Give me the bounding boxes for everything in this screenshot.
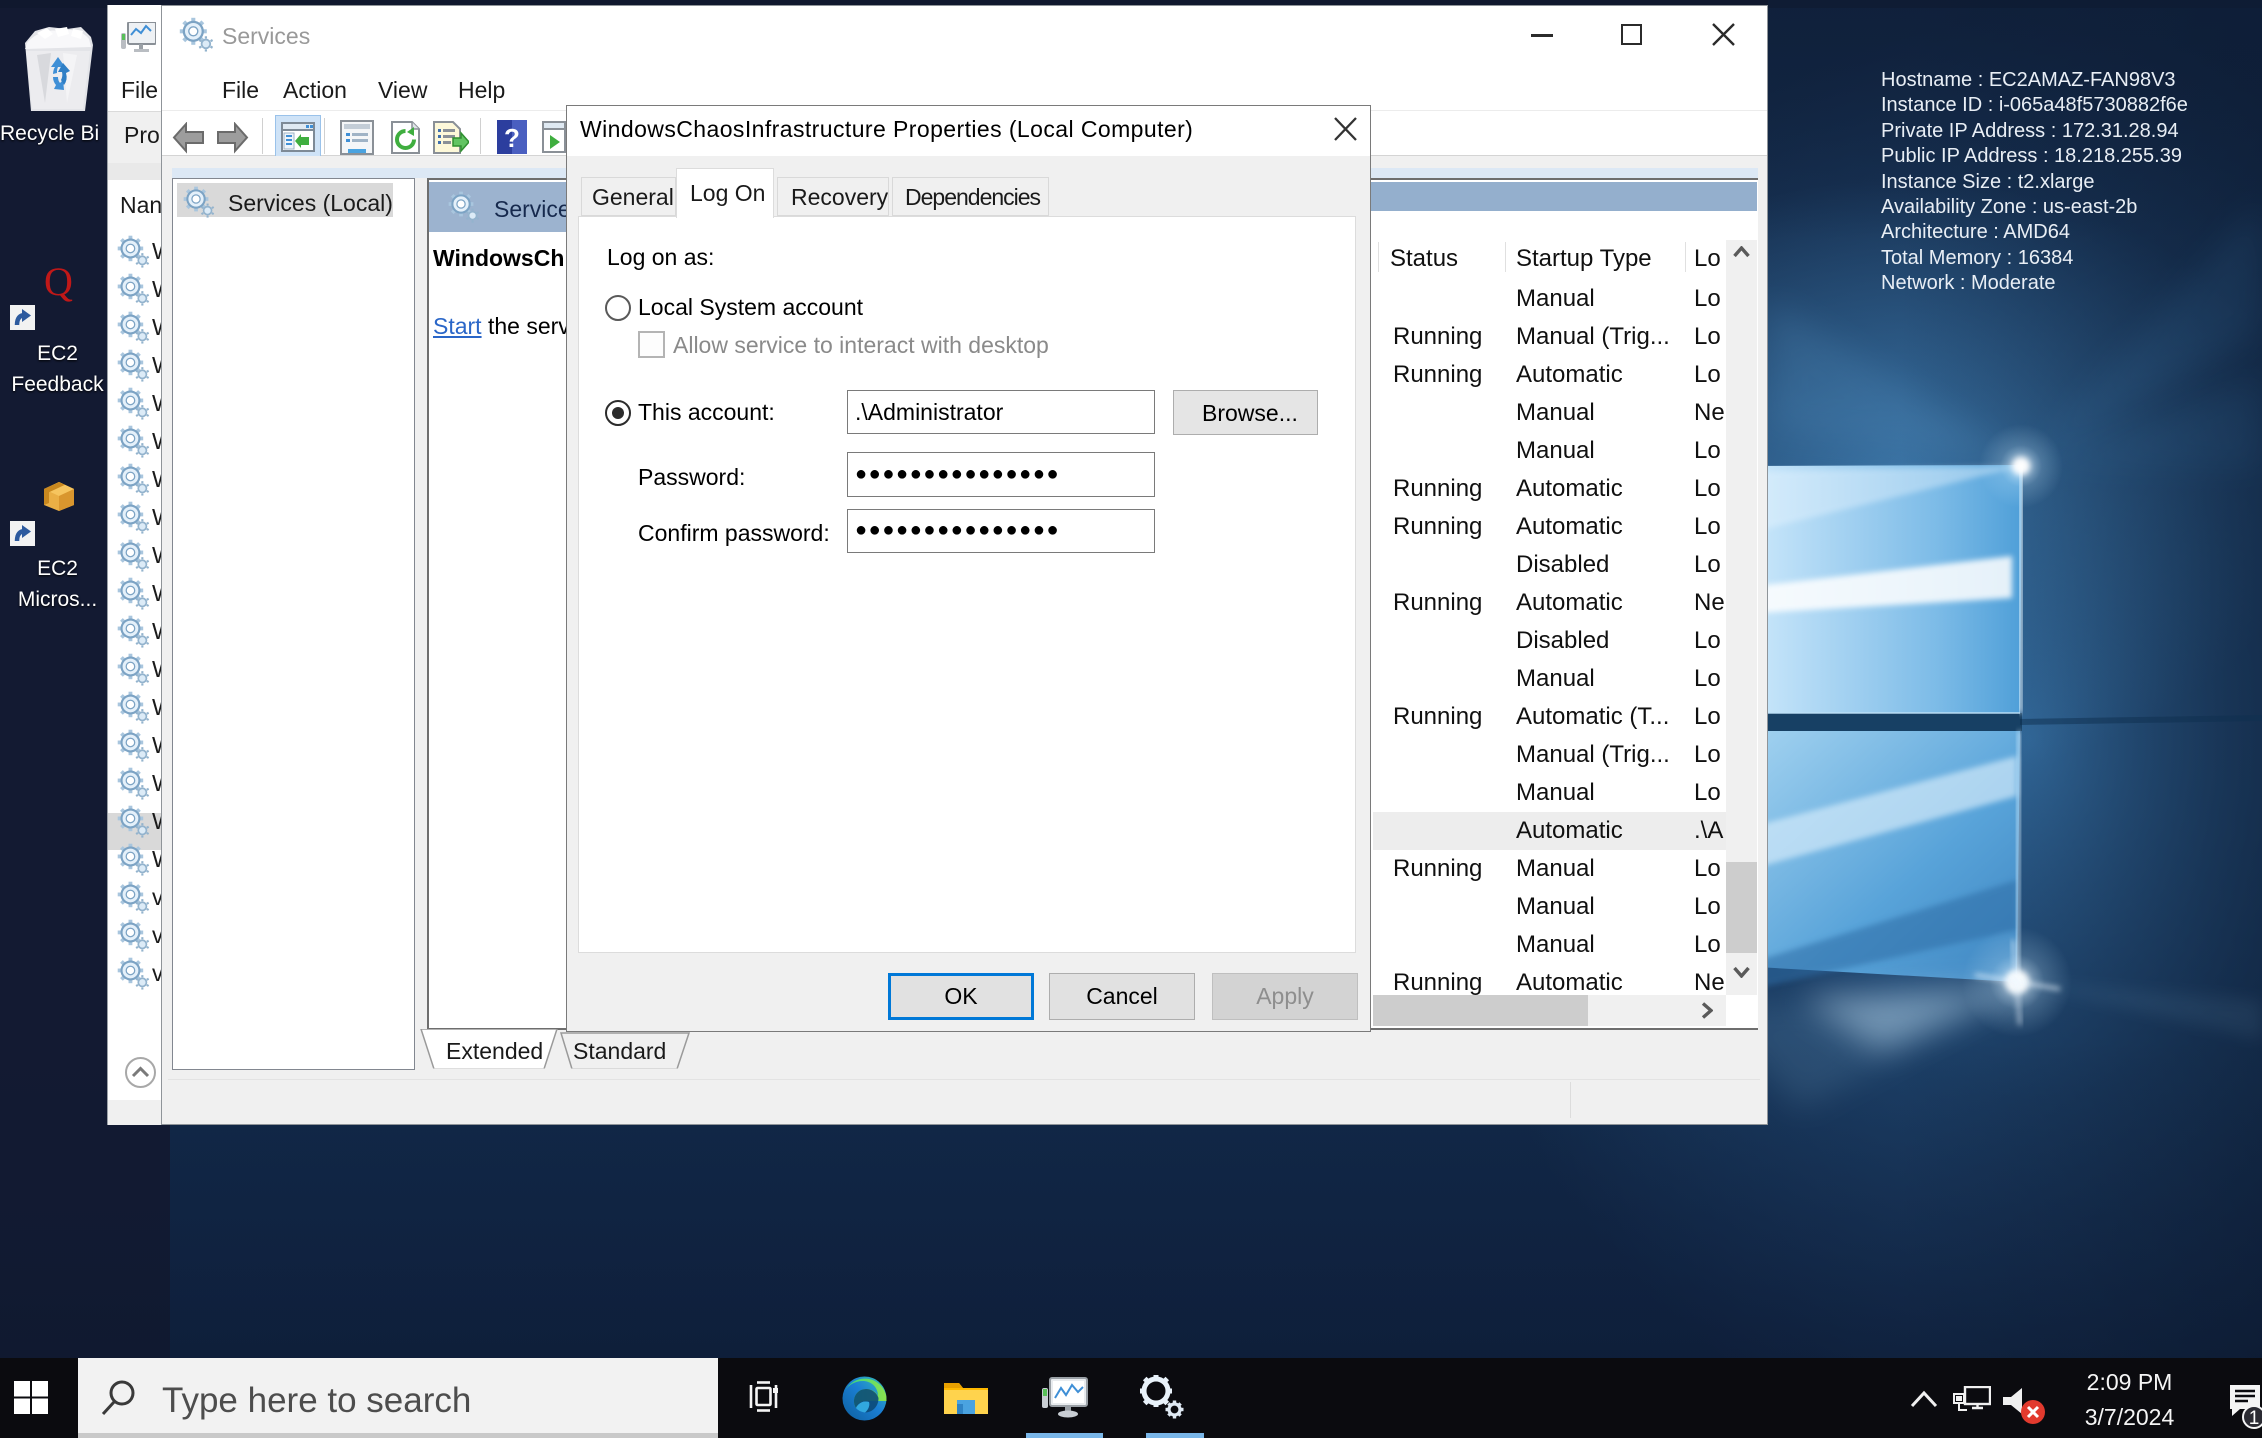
svg-text:?: ? [504, 123, 520, 153]
svg-text:1: 1 [2249, 1408, 2260, 1429]
